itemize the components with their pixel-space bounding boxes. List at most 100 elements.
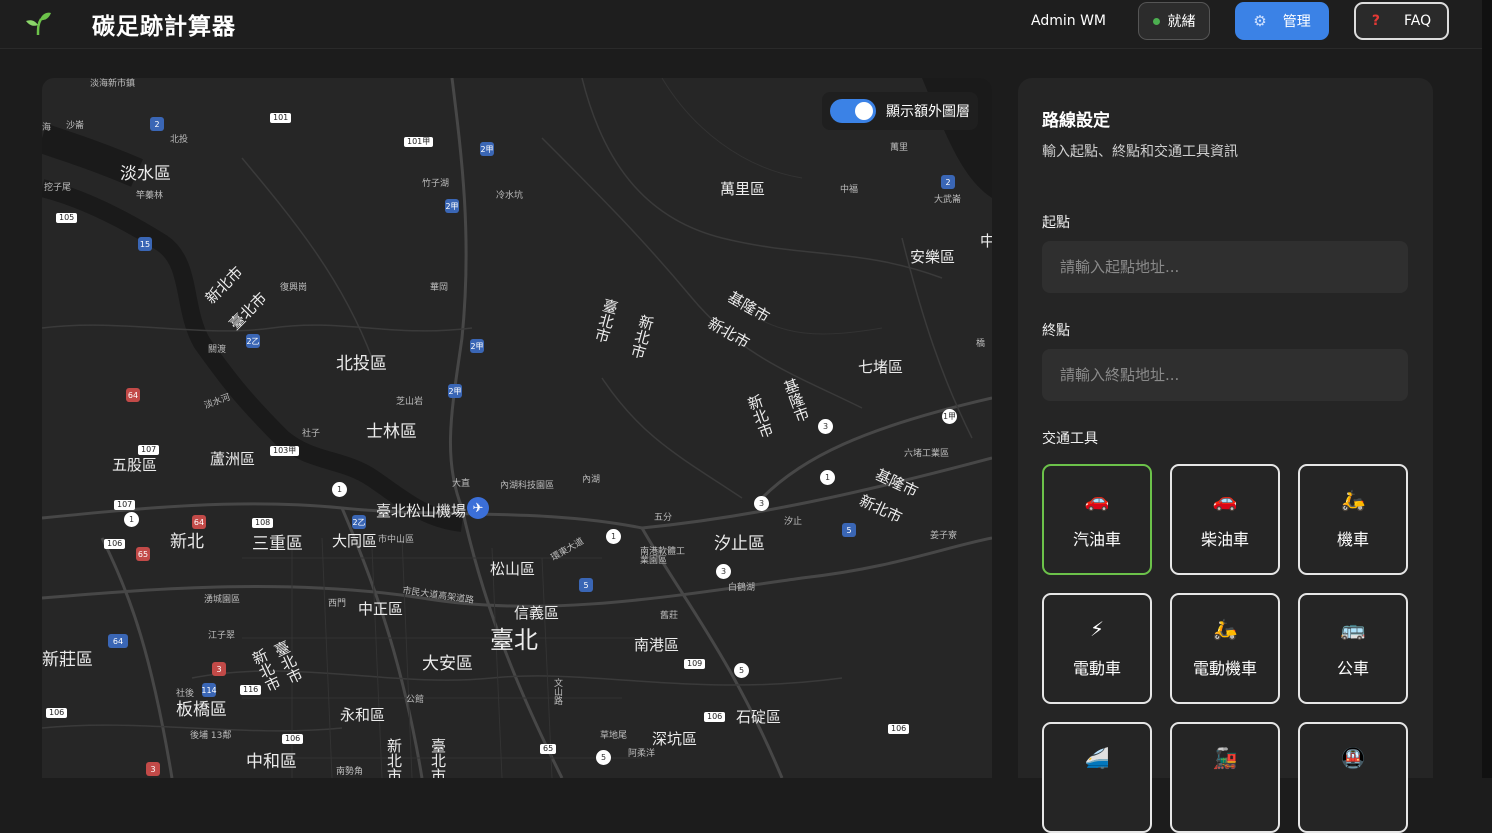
vehicle-diesel-car[interactable]: 🚗 柴油車	[1170, 464, 1280, 575]
map-label: 淡海新市鎮	[90, 79, 136, 89]
status-ready-button[interactable]: 就緒	[1138, 2, 1210, 40]
road-shield: 64	[126, 388, 140, 402]
map-label: 新莊區	[42, 650, 93, 670]
road-shield: 3	[146, 762, 160, 776]
road-number: 107	[114, 500, 136, 510]
road-number: 103甲	[270, 446, 300, 456]
map-label: 大安區	[422, 654, 473, 674]
metro-icon: 🚇	[1340, 746, 1366, 770]
map-view[interactable]: 淡海新市鎮 沙崙 海 北投 竹子湖 冷水坑 萬里 萬里區 中福 大武崙 中 安樂…	[42, 78, 992, 778]
map-label: 竹子湖	[422, 179, 450, 189]
panel-title: 路線設定	[1042, 111, 1110, 131]
road-shield: 5	[579, 578, 593, 592]
map-label: 公館	[406, 695, 425, 705]
car-icon: 🚗	[1084, 488, 1110, 512]
map-label: 舊莊	[660, 611, 679, 621]
user-name: Admin WM	[1031, 13, 1106, 29]
page-scrollbar[interactable]	[1482, 0, 1492, 778]
vehicle-electric-car[interactable]: ⚡ 電動車	[1042, 593, 1152, 704]
status-dot-icon	[1152, 17, 1160, 25]
end-input[interactable]	[1042, 349, 1408, 401]
map-label: 內湖科技園區	[500, 481, 555, 491]
vehicle-name: 機車	[1336, 530, 1369, 549]
map-label: 西門	[328, 599, 347, 609]
train-icon: 🚄	[1084, 746, 1110, 770]
road-shield: 2	[941, 175, 955, 189]
road-shield: 2甲	[470, 339, 484, 353]
road-shield: 64	[192, 515, 206, 529]
map-label: 板橋區	[176, 700, 227, 720]
map-label: 五股區	[112, 456, 158, 474]
map-label: 永和區	[340, 706, 386, 724]
highway-marker: 1	[124, 512, 139, 527]
map-label: 臺北市	[429, 738, 447, 778]
vehicle-gasoline-car[interactable]: 🚗 汽油車	[1042, 464, 1152, 575]
status-label: 就緒	[1167, 14, 1196, 30]
faq-button[interactable]: ? FAQ	[1354, 2, 1449, 40]
road-shield: 114	[201, 683, 217, 697]
switch-knob	[855, 102, 873, 120]
map-label: 挖子尾	[44, 183, 72, 193]
map-label: 北投區	[336, 354, 387, 374]
map-label: 復興崗	[280, 283, 308, 293]
map-label: 中正區	[358, 600, 404, 618]
highway-marker: 1甲	[942, 409, 957, 424]
map-label: 白鶴湖	[728, 583, 756, 593]
map-label: 石碇區	[736, 708, 782, 726]
map-label: 社後	[176, 689, 195, 699]
vehicle-scooter[interactable]: 🛵 機車	[1298, 464, 1408, 575]
lightning-icon: ⚡	[1089, 617, 1105, 641]
app-title: 碳足跡計算器	[92, 14, 236, 40]
highway-marker: 1	[332, 482, 347, 497]
map-label: 五分	[654, 513, 673, 523]
map-label: 六堵工業區	[904, 449, 950, 459]
airport-icon[interactable]: ✈	[467, 497, 489, 519]
question-icon: ?	[1371, 13, 1380, 29]
layer-switch[interactable]	[830, 99, 876, 123]
map-label: 中福	[840, 185, 859, 195]
vehicle-label: 交通工具	[1042, 431, 1098, 447]
map-label: 大同區	[332, 532, 378, 550]
map-label: 內湖	[582, 475, 601, 485]
vehicle-name: 柴油車	[1200, 530, 1249, 549]
scooter-icon: 🛵	[1340, 488, 1366, 512]
map-label: 華岡	[430, 283, 449, 293]
map-label: 南港區	[634, 636, 680, 654]
map-label: 新北市	[385, 738, 403, 778]
map-label: 南港軟體工業園區	[640, 547, 686, 566]
map-label: 草地尾	[600, 731, 628, 741]
route-settings-panel: 路線設定 輸入起點、終點和交通工具資訊 起點 終點 交通工具 🚗 汽油車 🚗 柴…	[1018, 78, 1433, 833]
road-number: 65	[540, 744, 557, 754]
map-label: 江子翠	[208, 631, 236, 641]
vehicle-electric-scooter[interactable]: 🛵 電動機車	[1170, 593, 1280, 704]
start-input[interactable]	[1042, 241, 1408, 293]
map-label: 蘆洲區	[210, 450, 256, 468]
highway-marker: 1	[820, 470, 835, 485]
road-shield: 2乙	[352, 515, 366, 529]
highway-marker: 3	[754, 496, 769, 511]
admin-button[interactable]: ⚙ 管理	[1235, 2, 1329, 40]
map-label: 臺北松山機場	[376, 502, 467, 520]
map-label: 竿蓁林	[136, 191, 164, 201]
highway-marker: 5	[596, 750, 611, 765]
bus-icon: 🚌	[1340, 617, 1366, 641]
layer-toggle[interactable]: 顯示額外圖層	[822, 92, 978, 130]
map-label: 中和區	[246, 752, 297, 772]
scooter-icon: 🛵	[1212, 617, 1238, 641]
road-number: 106	[46, 708, 68, 718]
map-label: 社子	[302, 429, 321, 439]
map-label: 關渡	[208, 345, 227, 355]
highway-marker: 3	[716, 564, 731, 579]
road-shield: 2甲	[480, 142, 494, 156]
start-label: 起點	[1042, 215, 1070, 231]
map-label: 三重區	[252, 534, 303, 554]
road-number: 109	[684, 659, 706, 669]
road-shield: 3	[212, 662, 226, 676]
map-label: 萬里區	[720, 180, 766, 198]
vehicle-bus[interactable]: 🚌 公車	[1298, 593, 1408, 704]
highway-marker: 3	[818, 419, 833, 434]
vehicle-name: 汽油車	[1072, 530, 1121, 549]
map-label: 中	[980, 232, 992, 250]
car-icon: 🚗	[1212, 488, 1238, 512]
map-label: 汐止區	[714, 534, 765, 554]
